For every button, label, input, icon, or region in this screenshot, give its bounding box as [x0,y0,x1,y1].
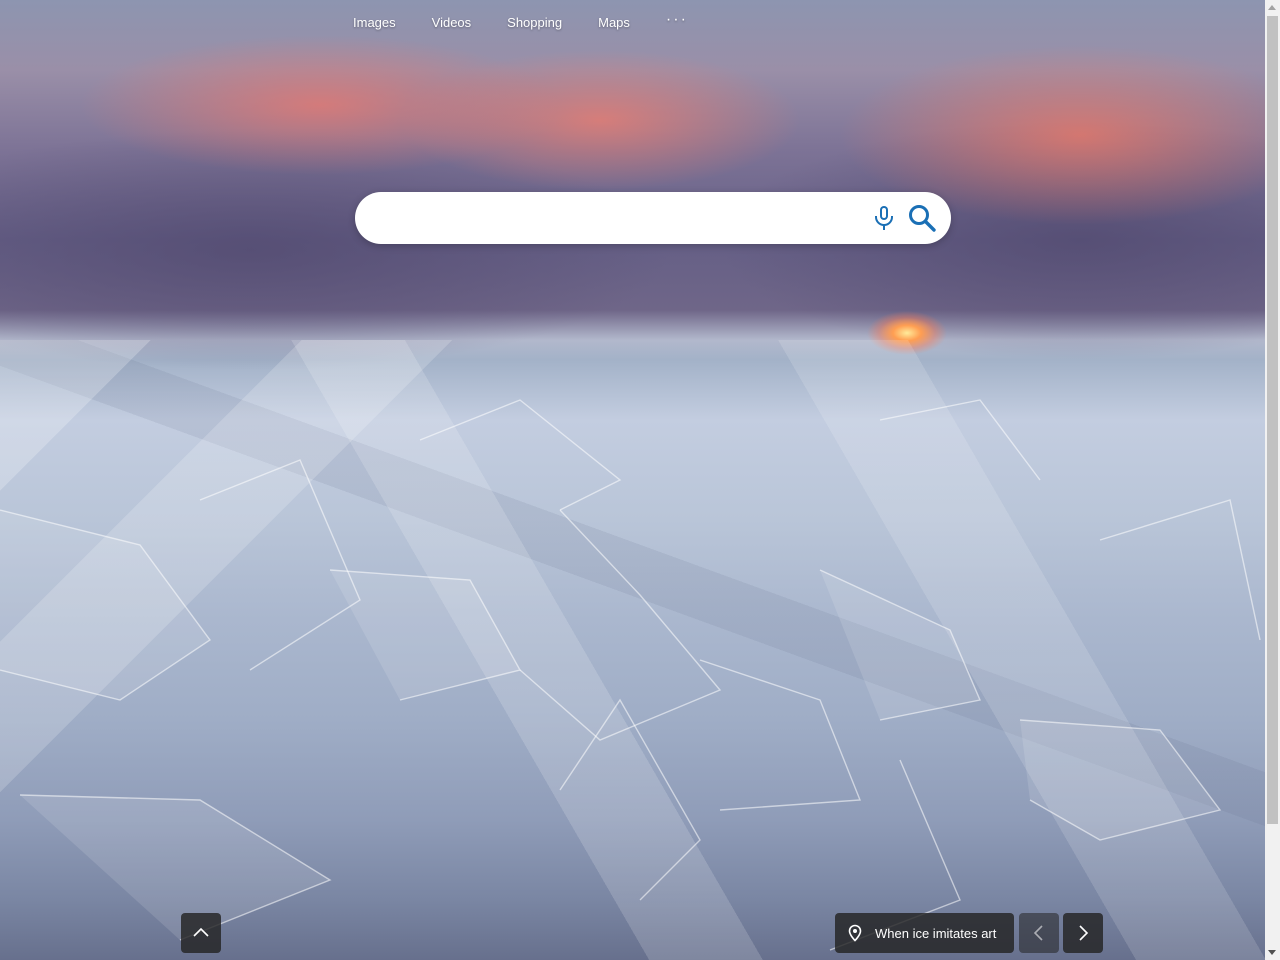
next-image-button[interactable] [1063,913,1103,953]
scrollbar-thumb[interactable] [1267,16,1278,824]
location-pin-icon [846,924,864,945]
nav-shopping[interactable]: Shopping [489,6,580,40]
background-ice-field [0,340,1265,960]
top-navigation: Images Videos Shopping Maps ··· [335,6,706,40]
microphone-icon[interactable] [871,204,897,232]
search-input[interactable] [377,202,861,236]
nav-maps[interactable]: Maps [580,6,648,40]
chevron-left-icon [1033,925,1043,941]
previous-image-button[interactable] [1019,913,1059,953]
search-box [355,192,951,244]
background-caption-button[interactable]: When ice imitates art [835,913,1014,953]
chevron-right-icon [1079,925,1089,941]
nav-videos[interactable]: Videos [414,6,490,40]
scrollbar-up-arrow-icon[interactable] [1268,5,1276,10]
chevron-up-icon [193,927,209,937]
page-scrollbar[interactable] [1265,0,1280,960]
scroll-up-button[interactable] [181,913,221,953]
more-options-icon[interactable]: ··· [648,6,706,40]
background-caption-text: When ice imitates art [875,925,997,941]
scrollbar-down-arrow-icon[interactable] [1268,950,1276,955]
nav-images[interactable]: Images [335,6,414,40]
search-icon[interactable] [906,202,938,234]
